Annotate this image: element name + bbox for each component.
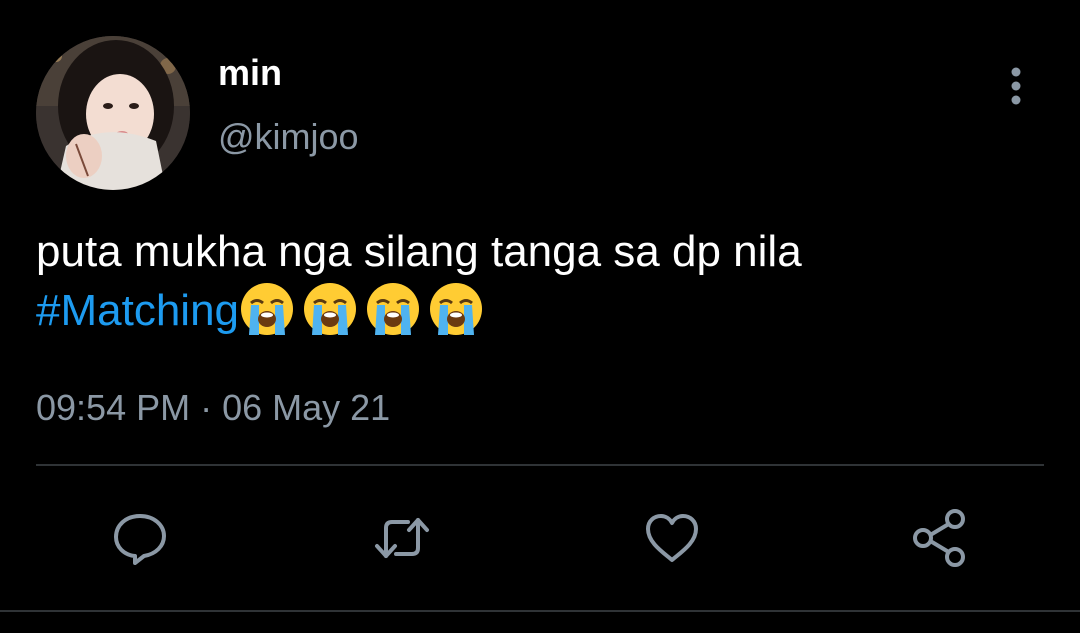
reply-button[interactable] xyxy=(110,508,170,568)
tweet-text: puta mukha nga silang tanga sa dp nila #… xyxy=(36,223,1046,340)
author-handle[interactable]: @kimjoo xyxy=(218,116,359,158)
bottom-divider xyxy=(0,610,1080,612)
hashtag-link[interactable]: #Matching xyxy=(36,286,239,335)
share-button[interactable] xyxy=(910,508,970,568)
like-button[interactable] xyxy=(642,508,702,568)
heart-icon xyxy=(646,514,698,562)
loudly-crying-face-icon xyxy=(239,281,295,337)
loudly-crying-face-icon xyxy=(302,281,358,337)
speech-bubble-icon xyxy=(114,514,166,565)
loudly-crying-face-icon xyxy=(428,281,484,337)
share-nodes-icon xyxy=(913,509,965,567)
retweet-arrows-icon xyxy=(375,518,429,558)
tweet-text-line: puta mukha nga silang tanga sa dp nila xyxy=(36,227,802,276)
avatar[interactable] xyxy=(36,36,190,190)
tweet-timestamp[interactable]: 09:54 PM · 06 May 21 xyxy=(36,386,390,430)
author-display-name[interactable]: min xyxy=(218,52,282,94)
retweet-button[interactable] xyxy=(372,508,432,568)
vertical-dots-icon xyxy=(1011,67,1021,105)
tweet-text-line-2: #Matching xyxy=(36,281,1046,340)
loudly-crying-face-icon xyxy=(365,281,421,337)
tweet-detail: min @kimjoo puta mukha nga silang tanga … xyxy=(0,0,1080,633)
divider xyxy=(36,464,1044,466)
more-options-button[interactable] xyxy=(996,62,1036,112)
